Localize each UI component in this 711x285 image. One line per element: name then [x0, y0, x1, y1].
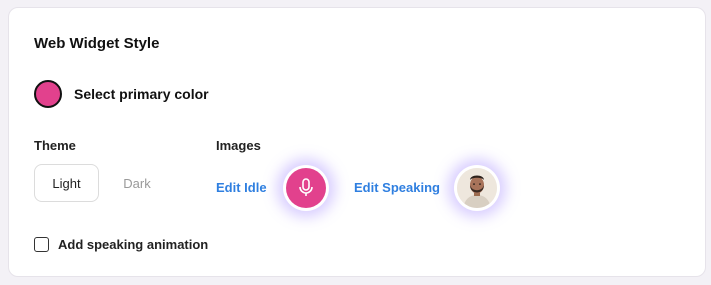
primary-color-row: Select primary color — [34, 80, 209, 108]
avatar-photo-man — [457, 168, 497, 208]
speaking-animation-checkbox[interactable] — [34, 237, 49, 252]
primary-color-swatch[interactable] — [34, 80, 62, 108]
speaking-animation-option[interactable]: Add speaking animation — [34, 237, 208, 252]
section-title: Web Widget Style — [34, 35, 160, 52]
theme-dark-button[interactable]: Dark — [115, 164, 159, 202]
theme-light-button[interactable]: Light — [34, 164, 99, 202]
edit-speaking-link[interactable]: Edit Speaking — [354, 180, 440, 195]
theme-label: Theme — [34, 138, 76, 153]
speaking-avatar[interactable] — [454, 165, 500, 211]
web-widget-style-card: Web Widget Style Select primary color Th… — [8, 7, 706, 277]
primary-color-label: Select primary color — [74, 86, 209, 102]
idle-avatar[interactable] — [283, 165, 329, 211]
edit-idle-link[interactable]: Edit Idle — [216, 180, 267, 195]
microphone-icon — [299, 178, 313, 196]
images-label: Images — [216, 138, 261, 153]
speaking-animation-label: Add speaking animation — [58, 237, 209, 252]
